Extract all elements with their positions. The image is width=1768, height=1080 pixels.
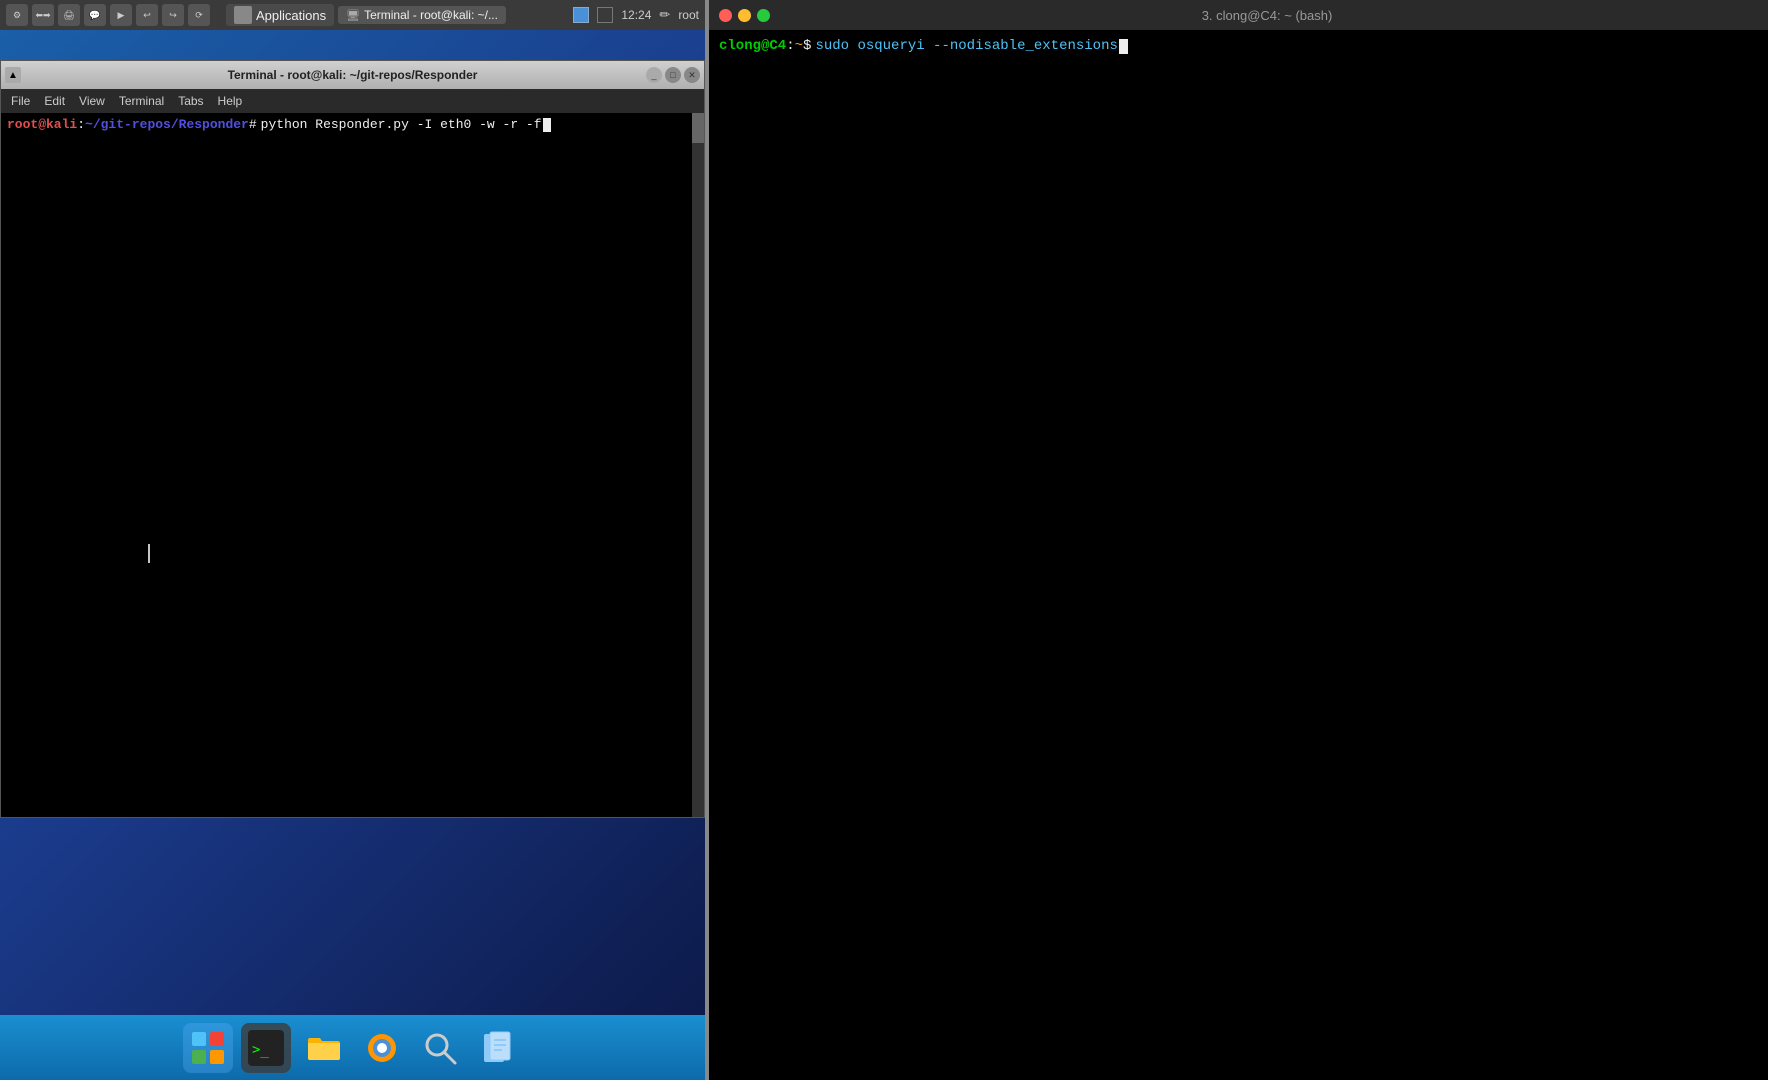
terminal-maximize-btn[interactable]: □: [665, 67, 681, 83]
workspace-active[interactable]: [573, 7, 589, 23]
terminal-scrollbar-thumb[interactable]: [692, 113, 704, 143]
terminal-tab[interactable]: 🖥 Terminal - root@kali: ~/...: [338, 6, 506, 24]
mac-prompt-line: clong@C4 : ~ $ sudo osqueryi --nodisable…: [719, 38, 1758, 54]
workspace-inactive[interactable]: [597, 7, 613, 23]
dock-browser[interactable]: [357, 1023, 407, 1073]
terminal-prompt-line: root@kali : ~/git-repos/Responder # pyth…: [7, 117, 698, 132]
dock-terminal[interactable]: >_: [241, 1023, 291, 1073]
prompt-hash: #: [249, 117, 257, 132]
clock: 12:24: [621, 8, 651, 22]
prompt-user: root@kali: [7, 117, 77, 132]
svg-text:>_: >_: [252, 1042, 269, 1058]
kali-toolbar-icon-4[interactable]: 💬: [84, 4, 106, 26]
menu-help[interactable]: Help: [212, 92, 249, 110]
prompt-colon: :: [77, 117, 85, 132]
terminal-minimize-btn[interactable]: _: [646, 67, 662, 83]
mac-terminal-cursor: [1119, 39, 1128, 54]
terminal-close-btn[interactable]: ✕: [684, 67, 700, 83]
window-separator: [705, 0, 709, 1080]
applications-menu[interactable]: Applications: [226, 4, 334, 26]
terminal-title: Terminal - root@kali: ~/git-repos/Respon…: [228, 68, 478, 82]
terminal-scroll-up[interactable]: ▲: [5, 67, 21, 83]
text-cursor-indicator: |: [143, 543, 155, 566]
dock-folder[interactable]: [299, 1023, 349, 1073]
dock-files2[interactable]: [473, 1023, 523, 1073]
mac-prompt-colon: :: [786, 38, 794, 54]
menu-edit[interactable]: Edit: [38, 92, 71, 110]
menu-terminal[interactable]: Terminal: [113, 92, 170, 110]
terminal-cursor: [543, 118, 551, 132]
mac-close-btn[interactable]: [719, 9, 732, 22]
mac-window-title: 3. clong@C4: ~ (bash): [776, 8, 1758, 23]
kali-status-area: 12:24 ✏ root: [573, 7, 699, 23]
mac-titlebar: 3. clong@C4: ~ (bash): [709, 0, 1768, 30]
kali-terminal-window: ▲ Terminal - root@kali: ~/git-repos/Resp…: [0, 60, 705, 818]
mac-prompt-user: clong@C4: [719, 38, 786, 54]
mac-maximize-btn[interactable]: [757, 9, 770, 22]
mac-prompt-command: sudo osqueryi --nodisable_extensions: [815, 38, 1117, 54]
kali-desktop: ⚙ ⬅➡ 🖨 💬 ▶ ↩ ↪ ⟳ Applications 🖥 Terminal…: [0, 0, 705, 1080]
mac-minimize-btn[interactable]: [738, 9, 751, 22]
kali-toolbar-icon-3[interactable]: 🖨: [58, 4, 80, 26]
kali-toolbar-icon-1[interactable]: ⚙: [6, 4, 28, 26]
kali-menubar: ⚙ ⬅➡ 🖨 💬 ▶ ↩ ↪ ⟳ Applications 🖥 Terminal…: [0, 0, 705, 30]
kali-toolbar-icon-6[interactable]: ↩: [136, 4, 158, 26]
prompt-path: ~/git-repos/Responder: [85, 117, 249, 132]
terminal-scrollbar[interactable]: [692, 113, 704, 817]
kali-toolbar-icon-2[interactable]: ⬅➡: [32, 4, 54, 26]
terminal-window-buttons: _ □ ✕: [646, 67, 700, 83]
terminal-content-area[interactable]: root@kali : ~/git-repos/Responder # pyth…: [1, 113, 704, 817]
terminal-tab-label: Terminal - root@kali: ~/...: [364, 8, 498, 22]
mac-prompt-dollar: $: [803, 38, 811, 54]
terminal-titlebar: ▲ Terminal - root@kali: ~/git-repos/Resp…: [1, 61, 704, 89]
kali-toolbar-icon-8[interactable]: ⟳: [188, 4, 210, 26]
menu-file[interactable]: File: [5, 92, 36, 110]
kali-dock: >_: [0, 1015, 705, 1080]
kali-toolbar-icon-5[interactable]: ▶: [110, 4, 132, 26]
kali-toolbar-icon-7[interactable]: ↪: [162, 4, 184, 26]
applications-label: Applications: [256, 8, 326, 23]
dock-search[interactable]: [415, 1023, 465, 1073]
prompt-command: python Responder.py -I eth0 -w -r -f: [261, 117, 542, 132]
menu-tabs[interactable]: Tabs: [172, 92, 209, 110]
username-display: root: [678, 8, 699, 22]
pen-icon: ✏: [659, 7, 670, 23]
mac-terminal-content[interactable]: clong@C4 : ~ $ sudo osqueryi --nodisable…: [709, 30, 1768, 1080]
dock-files[interactable]: [183, 1023, 233, 1073]
mac-prompt-path: ~: [795, 38, 803, 54]
applications-icon: [234, 6, 252, 24]
menu-view[interactable]: View: [73, 92, 111, 110]
mac-terminal-window: 3. clong@C4: ~ (bash) clong@C4 : ~ $ sud…: [709, 0, 1768, 1080]
terminal-menu: File Edit View Terminal Tabs Help: [1, 89, 704, 113]
